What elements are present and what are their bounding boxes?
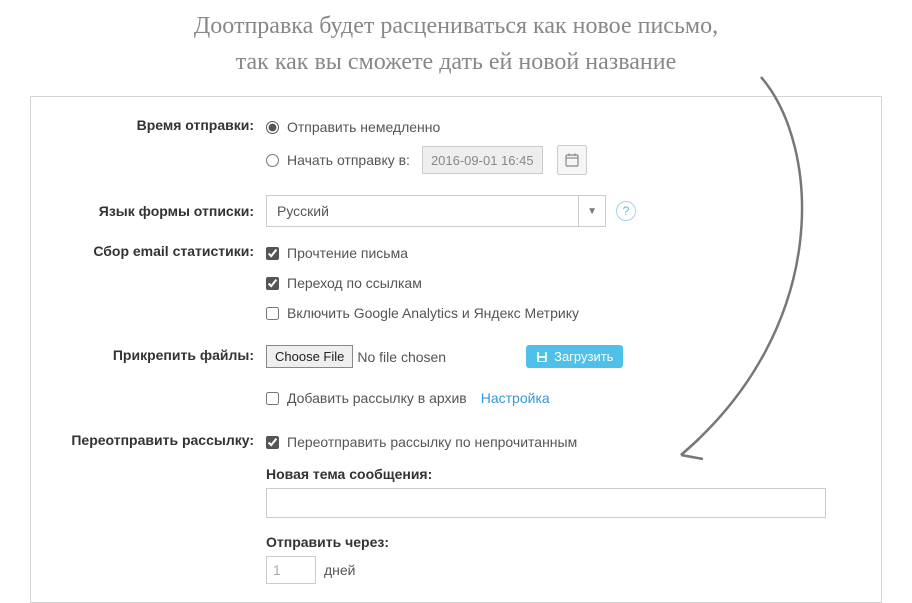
row-unsub-lang: Язык формы отписки: Русский ▼ ? (49, 195, 863, 227)
annotation-line1: Доотправка будет расцениваться как новое… (0, 8, 912, 44)
new-subject-input[interactable] (266, 488, 826, 518)
checkbox-resend-unread[interactable] (266, 436, 279, 449)
chevron-down-icon: ▼ (578, 196, 597, 226)
label-resend: Переотправить рассылку: (49, 430, 266, 584)
radio-send-immediate-label: Отправить немедленно (287, 119, 440, 135)
upload-button[interactable]: Загрузить (526, 345, 623, 368)
checkbox-stats-analytics-label: Включить Google Analytics и Яндекс Метри… (287, 305, 579, 321)
label-stats: Сбор email статистики: (49, 241, 266, 331)
checkbox-stats-click[interactable] (266, 277, 279, 290)
calendar-button[interactable] (557, 145, 587, 175)
label-unsub-lang: Язык формы отписки: (49, 195, 266, 227)
archive-settings-link[interactable]: Настройка (481, 390, 550, 406)
checkbox-resend-unread-label: Переотправить рассылку по непрочитанным (287, 434, 577, 450)
send-after-days-unit: дней (324, 562, 356, 578)
calendar-icon (565, 153, 579, 167)
help-icon[interactable]: ? (616, 201, 636, 221)
checkbox-stats-open[interactable] (266, 247, 279, 260)
checkbox-stats-open-label: Прочтение письма (287, 245, 408, 261)
new-subject-label: Новая тема сообщения: (266, 466, 863, 482)
choose-file-button[interactable]: Choose File (266, 345, 353, 368)
row-resend: Переотправить рассылку: Переотправить ра… (49, 430, 863, 584)
row-attach: Прикрепить файлы: Choose File No file ch… (49, 345, 863, 416)
radio-send-immediate[interactable] (266, 121, 279, 134)
label-send-time: Время отправки: (49, 115, 266, 181)
checkbox-stats-click-label: Переход по ссылкам (287, 275, 422, 291)
label-attach: Прикрепить файлы: (49, 345, 266, 416)
checkbox-archive[interactable] (266, 392, 279, 405)
scheduled-datetime[interactable]: 2016-09-01 16:45 (422, 146, 543, 174)
select-unsub-lang[interactable]: Русский ▼ (266, 195, 606, 227)
file-chosen-text: No file chosen (357, 349, 446, 365)
floppy-icon (536, 351, 548, 363)
select-unsub-lang-value: Русский (277, 203, 329, 219)
annotation-block: Доотправка будет расцениваться как новое… (0, 0, 912, 88)
row-send-time: Время отправки: Отправить немедленно Нач… (49, 115, 863, 181)
annotation-line2: так как вы сможете дать ей новой названи… (0, 44, 912, 80)
checkbox-archive-label: Добавить рассылку в архив (287, 390, 467, 406)
radio-send-scheduled-label: Начать отправку в: (287, 152, 410, 168)
checkbox-stats-analytics[interactable] (266, 307, 279, 320)
send-after-days-input[interactable] (266, 556, 316, 584)
settings-form-panel: Время отправки: Отправить немедленно Нач… (30, 96, 882, 603)
radio-send-scheduled[interactable] (266, 154, 279, 167)
row-stats: Сбор email статистики: Прочтение письма … (49, 241, 863, 331)
upload-button-label: Загрузить (554, 349, 613, 364)
